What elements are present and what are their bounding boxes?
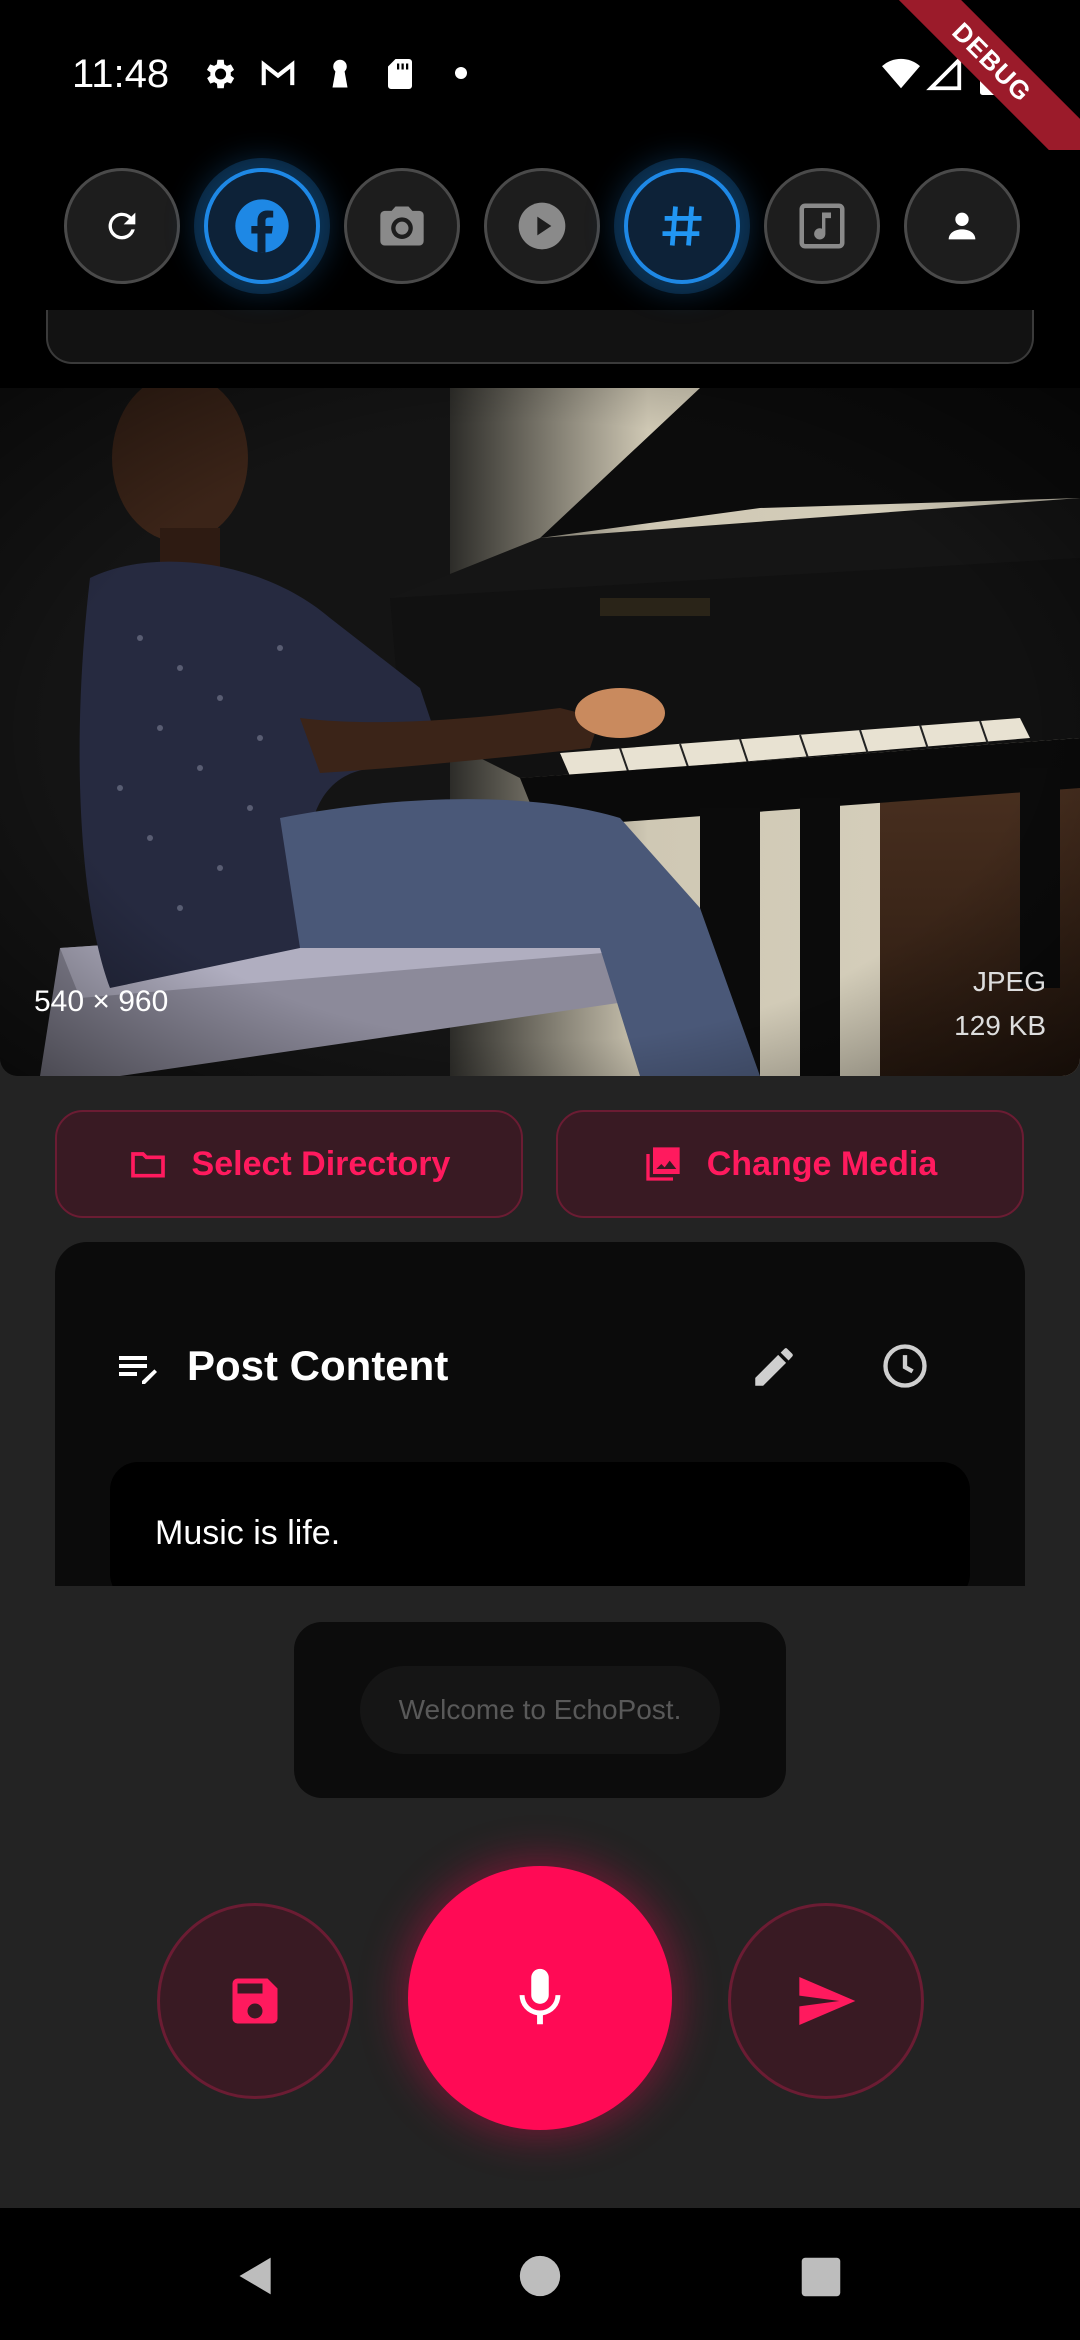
- save-button[interactable]: [157, 1903, 353, 2099]
- gmail-icon: [261, 60, 295, 86]
- edit-note-icon: [119, 1356, 157, 1384]
- video-button[interactable]: [484, 168, 600, 284]
- media-size: 129 KB: [954, 1010, 1046, 1041]
- folder-icon: [130, 1152, 165, 1178]
- post-content-title: Post Content: [187, 1342, 449, 1389]
- notification-dot-icon: [455, 67, 467, 79]
- microphone-icon: [519, 1968, 561, 2025]
- refresh-icon: [108, 212, 136, 240]
- camera-icon: [380, 206, 424, 246]
- post-text: Music is life.: [155, 1514, 341, 1552]
- piano-photo: [0, 388, 1080, 1076]
- send-icon: [799, 1977, 856, 2025]
- select-directory-label: Select Directory: [191, 1144, 451, 1183]
- save-icon: [232, 1978, 278, 2024]
- edit-pencil-icon[interactable]: [749, 1342, 799, 1392]
- play-circle-icon: [518, 202, 566, 250]
- recents-icon[interactable]: [800, 2256, 842, 2298]
- microphone-button[interactable]: [408, 1866, 672, 2130]
- keyhole-icon: [332, 59, 348, 88]
- history-clock-icon[interactable]: [879, 1340, 931, 1392]
- music-note-icon: [799, 203, 845, 249]
- status-time: 11:48: [72, 52, 170, 96]
- media-preview[interactable]: [0, 388, 1080, 1076]
- toast-message: Welcome to EchoPost.: [360, 1666, 720, 1754]
- platform-selector: [64, 168, 1024, 288]
- settings-icon: [206, 59, 235, 89]
- media-dimensions: 540 × 960: [34, 985, 169, 1018]
- change-media-button[interactable]: Change Media: [556, 1110, 1024, 1218]
- back-icon[interactable]: [234, 2254, 278, 2298]
- music-button[interactable]: [764, 168, 880, 284]
- profile-button[interactable]: [904, 168, 1020, 284]
- hashtag-icon: [662, 206, 702, 246]
- post-content-card: Post Content Music is life.: [55, 1242, 1025, 1586]
- media-type: JPEG: [972, 966, 1046, 997]
- system-navigation-bar: [0, 2208, 1080, 2340]
- sd-card-icon: [388, 59, 412, 89]
- select-directory-button[interactable]: Select Directory: [55, 1110, 523, 1218]
- status-bar: 11:48 DEBUG: [0, 0, 1080, 184]
- signal-icon: [926, 55, 962, 91]
- wifi-icon: [882, 58, 920, 89]
- refresh-button[interactable]: [64, 168, 180, 284]
- hashtag-button[interactable]: [624, 168, 740, 284]
- facebook-icon: [235, 199, 289, 253]
- home-icon[interactable]: [518, 2254, 562, 2298]
- change-media-label: Change Media: [706, 1144, 938, 1183]
- camera-button[interactable]: [344, 168, 460, 284]
- collapsed-card-edge: [46, 310, 1034, 364]
- photo-library-icon: [646, 1147, 680, 1181]
- person-icon: [948, 212, 976, 240]
- send-button[interactable]: [728, 1903, 924, 2099]
- facebook-button[interactable]: [204, 168, 320, 284]
